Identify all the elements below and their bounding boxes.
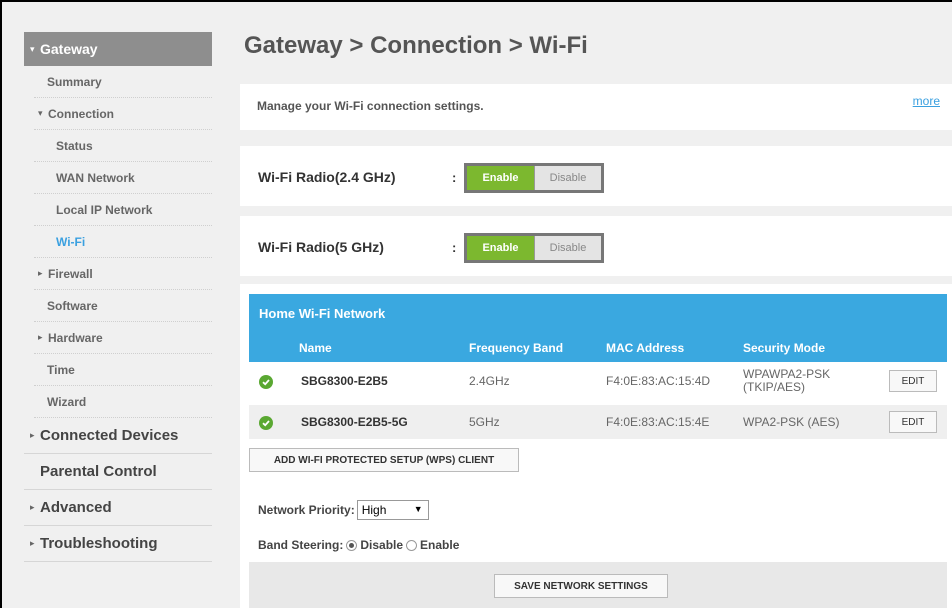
browser-frame: ▾ Gateway Summary ▾ Connection Status WA…	[0, 0, 952, 608]
sidebar-item-label: Hardware	[48, 330, 103, 345]
network-name: SBG8300-E2B5-5G	[301, 415, 408, 429]
edit-button[interactable]: EDIT	[889, 411, 937, 433]
network-priority-label: Network Priority:	[258, 503, 355, 517]
band-steering-enable-label: Enable	[420, 538, 460, 552]
wifi-radio-5-enable-button[interactable]: Enable	[467, 236, 535, 260]
add-wps-client-button[interactable]: ADD WI-FI PROTECTED SETUP (WPS) CLIENT	[249, 448, 519, 472]
frequency-band: 5GHz	[469, 415, 500, 429]
network-priority-select[interactable]: High ▼	[356, 500, 429, 520]
more-link[interactable]: more	[913, 94, 940, 108]
network-section-title: Home Wi-Fi Network	[259, 306, 386, 321]
intro-text: Manage your Wi-Fi connection settings.	[257, 99, 484, 113]
column-header-mac-address: MAC Address	[606, 341, 685, 355]
colon-separator: :	[452, 240, 457, 255]
chevron-right-icon: ▸	[30, 430, 35, 440]
wifi-radio-24-panel: Wi-Fi Radio(2.4 GHz) : Enable Disable	[240, 146, 952, 206]
sidebar-item-software[interactable]: Software	[34, 290, 212, 322]
chevron-right-icon: ▸	[30, 538, 35, 548]
home-wifi-network-panel: Home Wi-Fi Network Name Frequency Band M…	[240, 284, 952, 608]
sidebar-item-time[interactable]: Time	[34, 354, 212, 386]
frequency-band: 2.4GHz	[469, 374, 510, 388]
column-header-frequency-band: Frequency Band	[469, 341, 564, 355]
wifi-radio-5-label: Wi-Fi Radio(5 GHz)	[258, 239, 384, 255]
sidebar-item-wan-network[interactable]: WAN Network	[34, 162, 212, 194]
edit-button[interactable]: EDIT	[889, 370, 937, 392]
sidebar-item-status[interactable]: Status	[34, 130, 212, 162]
sidebar-section-connected-devices[interactable]: ▸ Connected Devices	[24, 418, 212, 454]
sidebar-item-label: Status	[56, 138, 93, 153]
check-circle-icon	[259, 416, 273, 430]
mac-address: F4:0E:83:AC:15:4E	[606, 415, 710, 429]
chevron-right-icon: ▸	[38, 332, 43, 342]
page-title: Gateway > Connection > Wi-Fi	[244, 32, 588, 59]
sidebar-section-label: Parental Control	[40, 463, 157, 480]
sidebar-section-advanced[interactable]: ▸ Advanced	[24, 490, 212, 526]
chevron-right-icon: ▸	[30, 502, 35, 512]
sidebar-section-label: Connected Devices	[40, 427, 179, 444]
chevron-right-icon: ▸	[38, 268, 43, 278]
sidebar-item-label: Connection	[48, 106, 114, 121]
column-header-security-mode: Security Mode	[743, 341, 826, 355]
sidebar-item-summary[interactable]: Summary	[34, 66, 212, 98]
sidebar-item-gateway[interactable]: ▾ Gateway	[24, 32, 212, 66]
band-steering-row: Band Steering: Disable Enable	[258, 538, 459, 552]
sidebar-item-label: Gateway	[40, 41, 98, 57]
sidebar-item-connection[interactable]: ▾ Connection	[34, 98, 212, 130]
wifi-radio-24-toggle: Enable Disable	[464, 163, 604, 193]
security-mode: WPA2-PSK (AES)	[743, 415, 840, 429]
network-name: SBG8300-E2B5	[301, 374, 388, 388]
sidebar-item-label: WAN Network	[56, 170, 135, 185]
wifi-radio-5-disable-button[interactable]: Disable	[535, 236, 601, 260]
save-network-settings-button[interactable]: SAVE NETWORK SETTINGS	[494, 574, 668, 598]
colon-separator: :	[452, 170, 457, 185]
intro-panel: Manage your Wi-Fi connection settings. m…	[240, 84, 952, 130]
dropdown-arrow-icon: ▼	[413, 504, 423, 514]
sidebar-item-hardware[interactable]: ▸ Hardware	[34, 322, 212, 354]
table-row: SBG8300-E2B5 2.4GHz F4:0E:83:AC:15:4D WP…	[249, 364, 947, 398]
sidebar-item-label: Software	[47, 298, 98, 313]
sidebar-item-label: Firewall	[48, 266, 93, 281]
security-mode: WPAWPA2-PSK (TKIP/AES)	[743, 367, 831, 394]
sidebar-item-label: Summary	[47, 74, 102, 89]
sidebar-item-wizard[interactable]: Wizard	[34, 386, 212, 418]
sidebar-section-label: Troubleshooting	[40, 535, 158, 552]
sidebar-item-label: Time	[47, 362, 75, 377]
band-steering-disable-radio[interactable]	[346, 539, 358, 551]
sidebar-item-wifi[interactable]: Wi-Fi	[34, 226, 212, 258]
check-circle-icon	[259, 375, 273, 389]
band-steering-label: Band Steering:	[258, 538, 344, 552]
band-steering-disable-label: Disable	[360, 538, 404, 552]
sidebar-section-troubleshooting[interactable]: ▸ Troubleshooting	[24, 526, 212, 562]
sidebar-item-label: Local IP Network	[56, 202, 153, 217]
wifi-radio-5-toggle: Enable Disable	[464, 233, 604, 263]
sidebar-section-label: Advanced	[40, 499, 112, 516]
network-table-header: Home Wi-Fi Network Name Frequency Band M…	[249, 294, 947, 362]
save-bar: SAVE NETWORK SETTINGS	[249, 562, 947, 608]
chevron-down-icon: ▾	[38, 108, 43, 118]
column-header-name: Name	[299, 341, 332, 355]
wifi-radio-24-disable-button[interactable]: Disable	[535, 166, 601, 190]
band-steering-enable-radio[interactable]	[406, 539, 418, 551]
sidebar-item-local-ip-network[interactable]: Local IP Network	[34, 194, 212, 226]
table-row: SBG8300-E2B5-5G 5GHz F4:0E:83:AC:15:4E W…	[249, 405, 947, 439]
sidebar-item-label: Wi-Fi	[56, 234, 86, 249]
sidebar-item-firewall[interactable]: ▸ Firewall	[34, 258, 212, 290]
sidebar-item-label: Wizard	[47, 394, 87, 409]
sidebar-nav: ▾ Gateway Summary ▾ Connection Status WA…	[24, 32, 212, 608]
wifi-radio-24-enable-button[interactable]: Enable	[467, 166, 535, 190]
wifi-radio-24-label: Wi-Fi Radio(2.4 GHz)	[258, 169, 396, 185]
mac-address: F4:0E:83:AC:15:4D	[606, 374, 711, 388]
chevron-down-icon: ▾	[30, 43, 35, 54]
network-priority-value: High	[361, 503, 387, 517]
wifi-radio-5-panel: Wi-Fi Radio(5 GHz) : Enable Disable	[240, 216, 952, 276]
network-priority-row: Network Priority: High ▼	[258, 500, 429, 520]
sidebar-section-parental-control[interactable]: Parental Control	[24, 454, 212, 490]
